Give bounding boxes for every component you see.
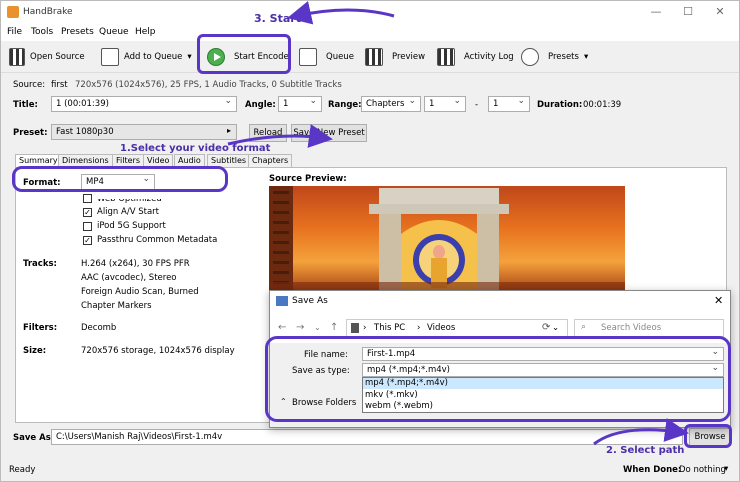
annotation-arrows	[227, 1, 689, 446]
arrow-to-tabs	[227, 124, 333, 148]
arrow-to-browse	[593, 418, 689, 446]
arrow-to-start	[287, 1, 395, 25]
